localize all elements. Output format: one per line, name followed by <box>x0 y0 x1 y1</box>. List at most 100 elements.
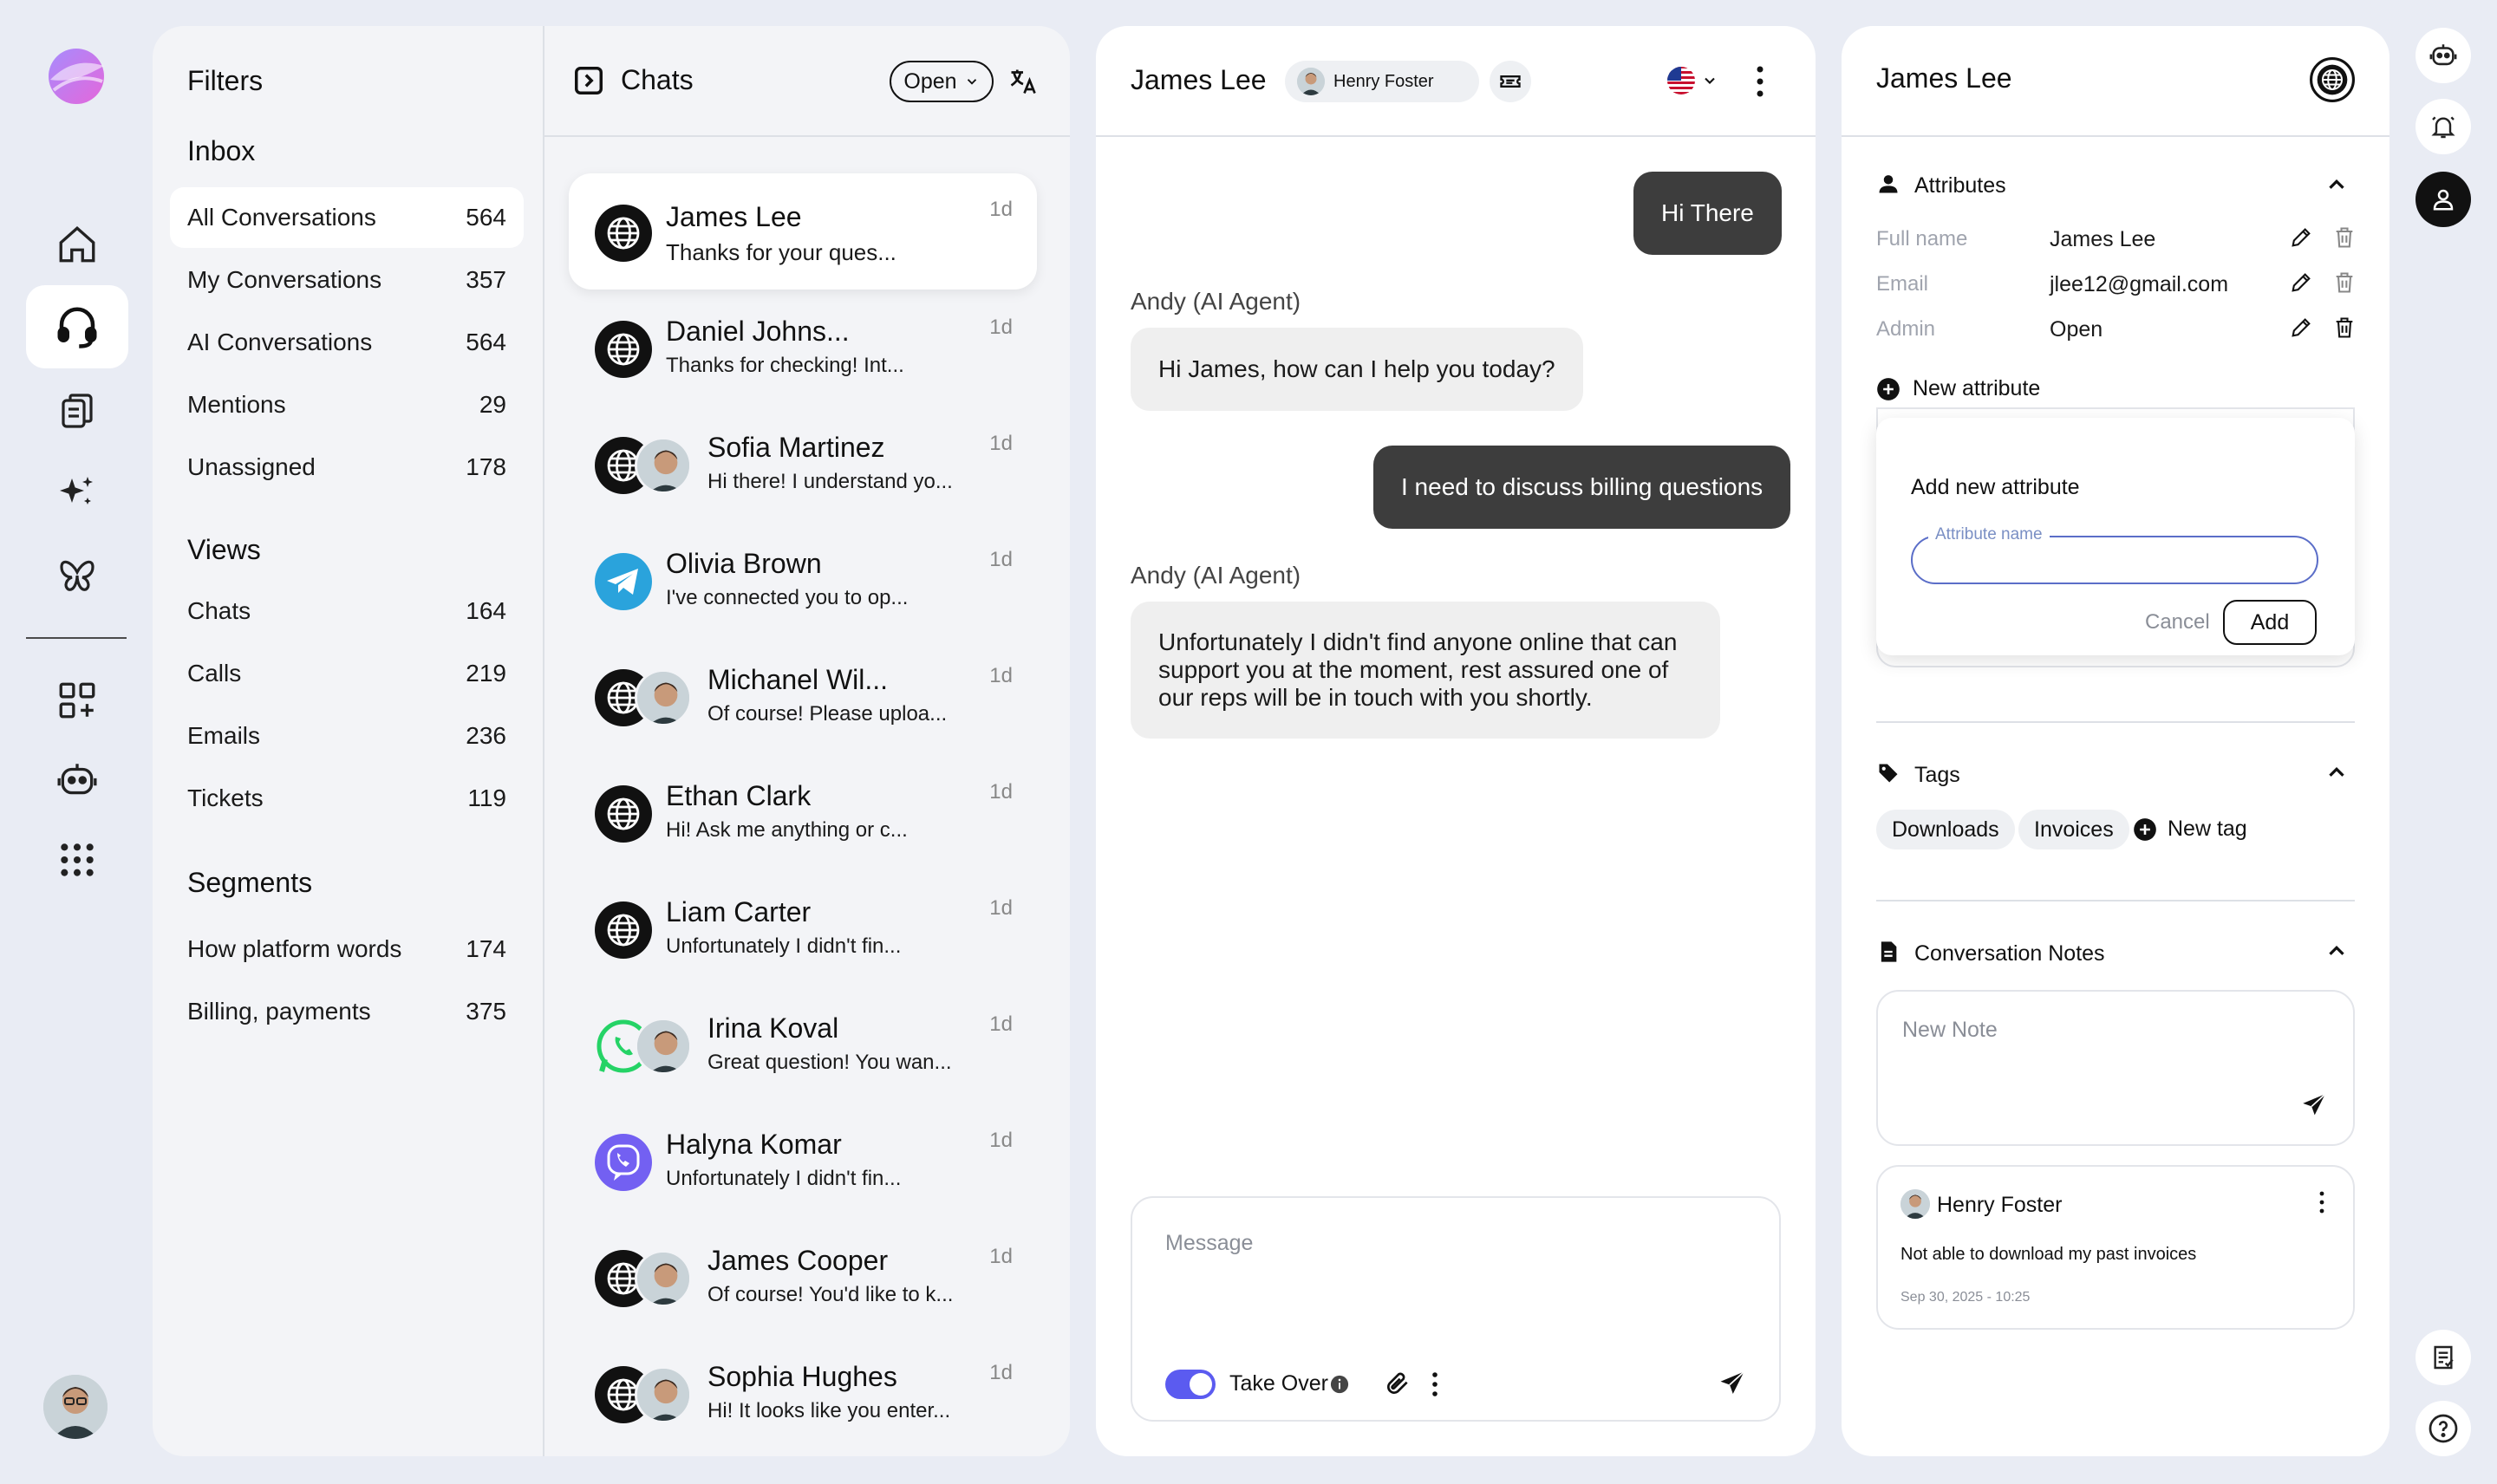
ticket-button[interactable] <box>1490 61 1531 102</box>
notifications-button[interactable] <box>2416 99 2471 154</box>
segment-platform[interactable]: How platform words 174 <box>170 919 524 980</box>
new-attribute-button[interactable]: New attribute <box>1876 376 2040 401</box>
assignee-chip[interactable]: Henry Foster <box>1285 61 1479 102</box>
attachment-icon[interactable] <box>1384 1370 1411 1397</box>
user-avatar[interactable] <box>43 1375 108 1439</box>
bot-button[interactable] <box>2416 28 2471 83</box>
nav-integrations[interactable] <box>26 534 128 617</box>
tag-chip[interactable]: Downloads <box>1876 810 2015 849</box>
view-calls[interactable]: Calls 219 <box>170 643 524 704</box>
chevron-up-icon[interactable] <box>2324 759 2350 785</box>
chat-time: 1d <box>989 664 1013 687</box>
new-tag-button[interactable]: New tag <box>2133 817 2247 842</box>
filter-all-conversations[interactable]: All Conversations 564 <box>170 187 524 248</box>
new-tag-label: New tag <box>2168 817 2247 841</box>
filter-mentions[interactable]: Mentions 29 <box>170 374 524 435</box>
chat-preview: Hi! Ask me anything or c... <box>666 818 908 842</box>
contact-profile-button[interactable] <box>2416 172 2471 227</box>
trash-icon[interactable] <box>2332 225 2357 250</box>
collapse-panel-icon[interactable] <box>572 64 605 97</box>
more-vertical-icon[interactable] <box>2318 1191 2325 1214</box>
filter-ai-conversations[interactable]: AI Conversations 564 <box>170 312 524 373</box>
nav-ai[interactable] <box>26 451 128 534</box>
add-button[interactable]: Add <box>2223 600 2317 645</box>
nav-conversations[interactable] <box>26 285 128 368</box>
edit-icon[interactable] <box>2289 316 2313 340</box>
chat-name: Michanel Wil... <box>707 664 889 695</box>
edit-icon[interactable] <box>2289 270 2313 295</box>
chat-item[interactable]: Sofia Martinez Hi there! I understand yo… <box>569 407 1037 524</box>
chevron-up-icon[interactable] <box>2324 172 2350 198</box>
view-chats[interactable]: Chats 164 <box>170 581 524 641</box>
info-icon[interactable] <box>1330 1375 1349 1394</box>
view-tickets[interactable]: Tickets 119 <box>170 768 524 829</box>
details-title: James Lee <box>1876 62 2012 94</box>
chat-item[interactable]: Halyna Komar Unfortunately I didn't fin.… <box>569 1104 1037 1220</box>
view-emails[interactable]: Emails 236 <box>170 706 524 766</box>
chat-item[interactable]: James Cooper Of course! You'd like to k.… <box>569 1220 1037 1337</box>
chat-item[interactable]: Ethan Clark Hi! Ask me anything or c... … <box>569 756 1037 872</box>
chat-preview: Great question! You wan... <box>707 1051 952 1074</box>
chat-item[interactable]: Liam Carter Unfortunately I didn't fin..… <box>569 872 1037 988</box>
segment-billing[interactable]: Billing, payments 375 <box>170 981 524 1042</box>
plus-circle-icon <box>1877 377 1900 400</box>
filter-label: Mentions <box>187 391 286 418</box>
nav-more[interactable] <box>26 818 128 901</box>
filter-label: My Conversations <box>187 266 382 293</box>
checklist-button[interactable] <box>2416 1330 2471 1385</box>
chat-name: James Cooper <box>707 1245 889 1276</box>
chat-item[interactable]: Daniel Johns... Thanks for checking! Int… <box>569 291 1037 407</box>
app-logo[interactable] <box>43 43 109 106</box>
filter-count: 29 <box>479 391 506 418</box>
more-vertical-icon[interactable] <box>1755 64 1765 99</box>
nav-apps[interactable] <box>26 659 128 742</box>
message-input[interactable]: Message <box>1165 1231 1253 1256</box>
cancel-button[interactable]: Cancel <box>2145 610 2210 635</box>
new-note-input[interactable]: New Note <box>1876 990 2355 1146</box>
nav-documents[interactable] <box>26 369 128 452</box>
chat-name: Irina Koval <box>707 1012 839 1044</box>
filter-count: 564 <box>466 204 506 231</box>
trash-icon[interactable] <box>2332 316 2357 340</box>
send-icon[interactable] <box>2299 1090 2329 1120</box>
chat-item[interactable]: Irina Koval Great question! You wan... 1… <box>569 988 1037 1104</box>
language-select[interactable] <box>1666 66 1718 95</box>
nav-home[interactable] <box>26 203 128 286</box>
plus-circle-icon <box>2134 817 2156 841</box>
attribute-label: Admin <box>1876 317 1936 341</box>
status-select[interactable]: Open <box>890 61 994 102</box>
chat-name: Ethan Clark <box>666 780 812 811</box>
details-header: James Lee <box>1842 26 2389 137</box>
message-text: Hi There <box>1661 199 1754 226</box>
chat-item[interactable]: Michanel Wil... Of course! Please uploa.… <box>569 640 1037 756</box>
tag-icon <box>1876 761 1900 785</box>
chevron-up-icon[interactable] <box>2324 938 2350 964</box>
checklist-icon <box>2434 1345 2454 1370</box>
message-text: I need to discuss billing questions <box>1401 473 1764 500</box>
trash-icon[interactable] <box>2332 270 2357 295</box>
help-button[interactable] <box>2416 1401 2471 1456</box>
send-icon[interactable] <box>1717 1368 1748 1399</box>
assignee-name: Henry Foster <box>1333 71 1434 91</box>
new-note-placeholder: New Note <box>1902 1018 1998 1042</box>
chat-preview: Unfortunately I didn't fin... <box>666 1167 902 1190</box>
nav-bots[interactable] <box>26 739 128 822</box>
inbox-section-title: Inbox <box>187 135 256 166</box>
chat-item[interactable]: Olivia Brown I've connected you to op...… <box>569 524 1037 640</box>
chat-preview: Hi! It looks like you enter... <box>707 1399 951 1422</box>
sparkles-icon <box>60 477 93 504</box>
filter-my-conversations[interactable]: My Conversations 357 <box>170 250 524 310</box>
chat-preview: Of course! You'd like to k... <box>707 1283 954 1306</box>
telegram-icon <box>595 553 652 610</box>
filter-unassigned[interactable]: Unassigned 178 <box>170 437 524 498</box>
chat-item[interactable]: Sophia Hughes Hi! It looks like you ente… <box>569 1337 1037 1453</box>
translate-icon[interactable] <box>1007 66 1039 97</box>
take-over-toggle[interactable] <box>1165 1370 1216 1399</box>
chat-time: 1d <box>989 780 1013 804</box>
globe-icon <box>595 321 652 378</box>
more-vertical-icon[interactable] <box>1431 1371 1439 1397</box>
chat-item[interactable]: James Lee Thanks for your ques... 1d <box>569 173 1037 290</box>
edit-icon[interactable] <box>2289 225 2313 250</box>
tag-chip[interactable]: Invoices <box>2018 810 2129 849</box>
note-icon <box>1876 940 1900 964</box>
